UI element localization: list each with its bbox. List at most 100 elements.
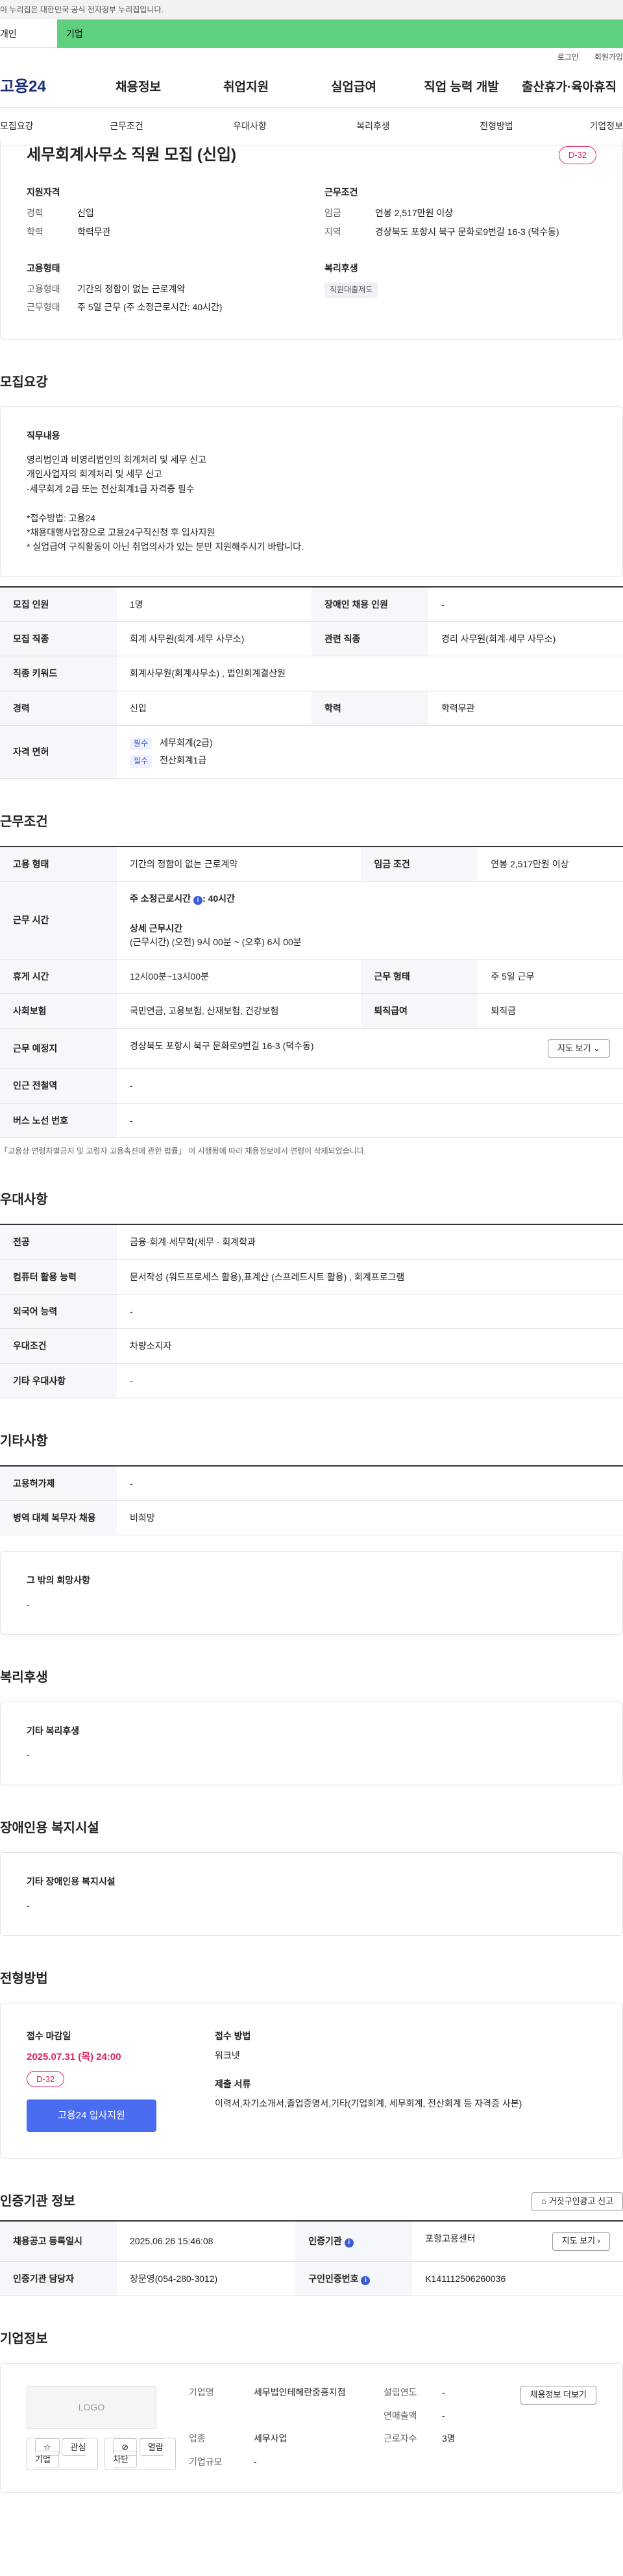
gnb-menu-jobs[interactable]: 채용정보: [84, 79, 192, 97]
gnb-menu-unemployment[interactable]: 실업급여: [300, 79, 408, 97]
disab-heading: 장애인용 복지시설: [0, 1820, 99, 1835]
rel-label: 관련 직종: [312, 621, 428, 657]
block-button[interactable]: ⊘ 열람차단: [104, 2438, 176, 2470]
ins-value: 국민연금, 고용보험, 산재보험, 건강보험: [117, 993, 361, 1029]
career-label: 경력: [27, 208, 43, 219]
area-label: 지역: [324, 226, 341, 237]
global-nav: 고용24 채용정보 취업지원 실업급여 직업 능력 개발 출산휴가·육아휴직: [0, 68, 623, 108]
site-logo[interactable]: 고용24: [0, 76, 84, 99]
lic-label: 자격 면허: [0, 725, 117, 779]
bus-label: 버스 노선 번호: [0, 1103, 117, 1139]
dday-badge: D-32: [558, 145, 596, 165]
form-label: 근무 형태: [361, 959, 478, 995]
type-value: 기간의 정함이 없는 근로계약: [117, 846, 361, 882]
num-label: 모집 인원: [0, 586, 117, 623]
duty-line: *채용대행사업장으로 고용24구직신청 후 입사지원: [27, 527, 215, 538]
home-icon: ⌂: [541, 2196, 547, 2207]
rest-label: 휴게 시간: [0, 959, 117, 995]
summary-conditions: 근무조건 임금 연봉 2,517만원 이상 지역 경상북도 포항시 북구 문화로9번…: [324, 186, 596, 243]
duty-box: 직무내용 영리법인과 비영리법인의 회계처리 및 세무 신고 개인사업자의 회계…: [0, 406, 623, 577]
welfare-sub-heading: 기타 복리후생: [27, 1726, 80, 1737]
tab-conditions[interactable]: 근무조건: [65, 119, 188, 132]
time-value: 주 소정근로시간 i: 40시간 상세 근무시간 (근무시간) (오전) 9시 0…: [117, 881, 623, 960]
tab-personal[interactable]: 개인: [0, 19, 57, 48]
gnb-menu-support[interactable]: 취업지원: [192, 79, 300, 97]
summary-employment: 고용형태 고용형태 기간의 정함이 없는 근로계약 근무형태 주 5일 근무 (주 …: [27, 262, 299, 319]
time-detail-heading: 상세 근무시간: [130, 923, 183, 934]
co-year-label: 설립연도: [384, 2387, 417, 2398]
job-value: 회계 사무원(회계·세무 사무소): [117, 621, 312, 657]
tab-selection[interactable]: 전형방법: [435, 119, 558, 132]
rest-value: 12시00분~13시00분: [117, 959, 361, 995]
login-link[interactable]: 로그인: [557, 52, 579, 63]
certno-value: K141112506260036: [412, 2261, 623, 2297]
rel-value: 경리 사무원(회계·세무 사무소): [428, 621, 623, 657]
duty-line: * 실업급여 구직활동이 아닌 취업의사가 있는 분만 지원해주시기 바랍니다.: [27, 541, 304, 552]
edu-row-label: 학력: [312, 691, 428, 726]
age-note: 「고용상 연령차별금지 및 고령자 고용촉진에 관한 법률」 이 시행됨에 따라…: [0, 1146, 367, 1156]
license-1: 세무회계(2급): [160, 737, 213, 748]
org-label-text: 인증기관: [308, 2236, 342, 2247]
ret-label: 퇴직급여: [361, 993, 478, 1029]
summary-cond-heading: 근무조건: [324, 187, 358, 197]
emp-type-label: 고용형태: [27, 284, 60, 295]
info-icon[interactable]: i: [193, 896, 203, 906]
info-icon[interactable]: i: [361, 2276, 371, 2286]
co-year-value: -: [442, 2387, 445, 2398]
pref-table: 전공 금융·회계·세무학(세무 · 회계학과 컴퓨터 활용 능력 문서작성 (워드프…: [0, 1224, 623, 1398]
military-label: 병역 대체 복무자 채용: [0, 1500, 117, 1536]
welfare-value: -: [27, 1750, 30, 1761]
report-button[interactable]: ⌂ 거짓구인광고 신고: [531, 2192, 623, 2212]
disab-box: 기타 장애인용 복지시설 -: [0, 1852, 623, 1936]
gov-banner: 이 누리집은 대한민국 공식 전자정부 누리집입니다.: [0, 0, 623, 19]
car-label: 경력: [0, 691, 117, 726]
gnb-menu-training[interactable]: 직업 능력 개발: [408, 79, 515, 97]
docs-value: 이력서,자기소개서,졸업증명서,기타(기업회계, 세무회계, 전산회계 등 자격…: [215, 2098, 522, 2109]
area-value: 경상북도 포항시 북구 문화로9번길 16-3 (덕수동): [375, 226, 559, 237]
sub-value: -: [117, 1068, 623, 1104]
wage-row-label: 임금 조건: [361, 846, 478, 882]
job-summary-card: 세무회계사무소 직원 모집 (신입) D-32 지원자격 경력 신입 학력 학력무관…: [0, 140, 623, 340]
permit-label: 고용허가제: [0, 1465, 117, 1502]
pc-label: 컴퓨터 활용 능력: [0, 1259, 117, 1294]
welfare-heading: 복리후생: [0, 1670, 48, 1685]
co-sales-value: -: [442, 2410, 445, 2421]
sub-label: 인근 전철역: [0, 1068, 117, 1104]
week-hours-label: 주 소정근로시간: [130, 893, 191, 904]
map-button[interactable]: 지도 보기 ⌄: [548, 1039, 610, 1058]
required-badge: 필수: [130, 755, 153, 768]
tab-company[interactable]: 기업정보: [558, 119, 623, 132]
company-info: 기업명 세무법인테헤란중흥지점 설립연도 - 연매출액 - 업종 세무사업 근로자수 3명 기…: [189, 2386, 480, 2470]
bus-value: -: [117, 1103, 623, 1139]
company-jobs-button[interactable]: 채용정보 더보기: [520, 2386, 596, 2405]
tab-preference[interactable]: 우대사항: [188, 119, 312, 132]
apply-button[interactable]: 고용24 입사지원: [27, 2099, 156, 2133]
work-form-value: 주 5일 근무 (주 소정근로시간: 40시간): [77, 302, 223, 313]
fav-button[interactable]: ☆ 관심기업: [27, 2438, 99, 2470]
org-value-cell: 포항고용센터 지도 보기 ›: [412, 2221, 623, 2262]
co-emp-value: 3명: [442, 2433, 456, 2444]
job-title: 세무회계사무소 직원 모집 (신입): [27, 145, 237, 164]
gov-banner-text: 이 누리집은 대한민국 공식 전자정부 누리집입니다.: [0, 5, 164, 14]
co-ind-label: 업종: [189, 2433, 206, 2444]
join-link[interactable]: 회원가입: [594, 52, 623, 63]
work-table: 고용 형태 기간의 정함이 없는 근로계약 임금 조건 연봉 2,517만원 이상 근…: [0, 845, 623, 1139]
co-ind-value: 세무사업: [254, 2433, 287, 2444]
week-hours-value: : 40시간: [202, 893, 235, 904]
tab-recruit[interactable]: 모집요강: [0, 119, 65, 132]
ins-label: 사회보험: [0, 993, 117, 1029]
lic-value: 필수 세무회계(2급) 필수 전산회계1급: [117, 725, 623, 779]
co-size-label: 기업규모: [189, 2456, 223, 2467]
edu-label: 학력: [27, 226, 43, 237]
info-icon[interactable]: i: [344, 2238, 354, 2248]
org-map-button[interactable]: 지도 보기 ›: [552, 2232, 610, 2251]
loc-value: 경상북도 포항시 북구 문화로9번길 16-3 (덕수동): [130, 1040, 314, 1051]
wage-label: 임금: [324, 208, 341, 219]
emp-type-value: 기간의 정함이 없는 근로계약: [77, 284, 186, 295]
tab-welfare[interactable]: 복리후생: [312, 119, 435, 132]
major-value: 금융·회계·세무학(세무 · 회계학과: [117, 1224, 623, 1260]
cert-heading: 인증기관 정보: [0, 2194, 75, 2209]
tab-company[interactable]: 기업: [57, 19, 623, 48]
gnb-menu-leave[interactable]: 출산휴가·육아휴직: [515, 79, 623, 97]
duty-line: -세무회계 2급 또는 전산회계1급 자격증 필수: [27, 483, 195, 494]
